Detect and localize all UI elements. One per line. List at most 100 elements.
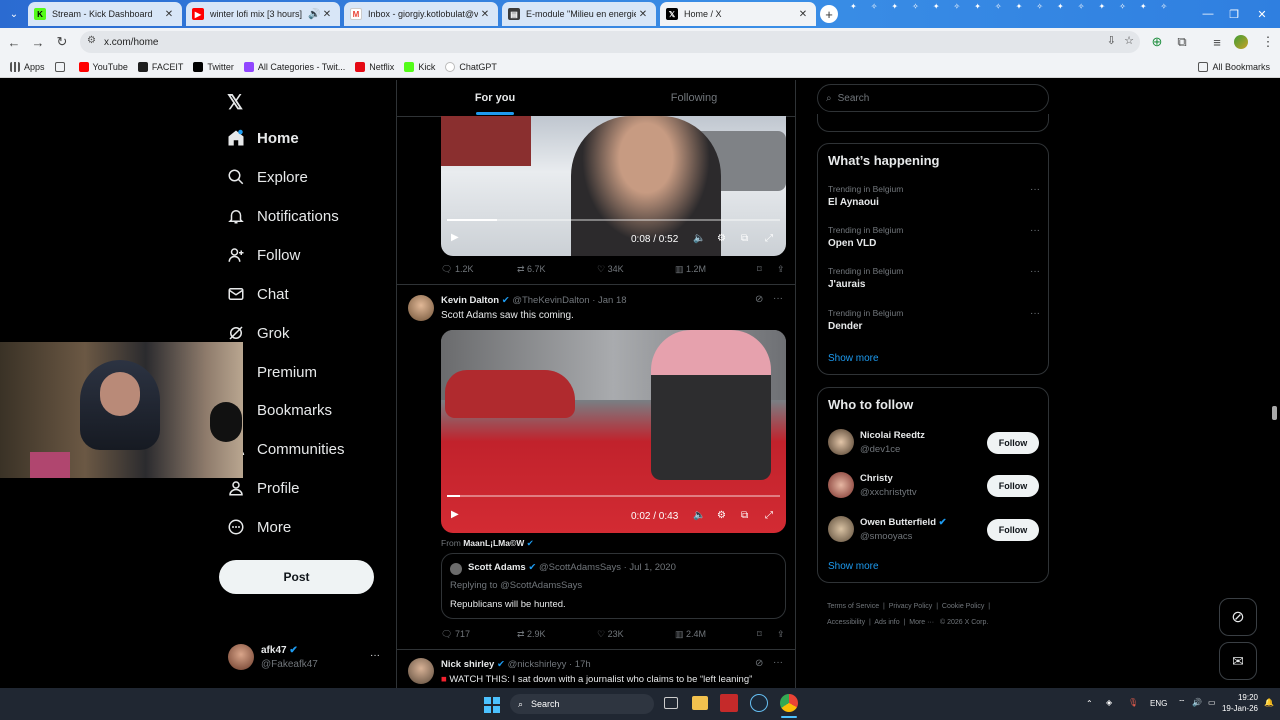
pip-icon[interactable]: ⧉ xyxy=(741,233,748,244)
reply-button[interactable]: 🗨 1.2K xyxy=(441,264,517,275)
fullscreen-icon[interactable]: ⤢ xyxy=(765,510,773,521)
media-control-icon[interactable]: ≡ xyxy=(1205,30,1229,54)
extension-icon[interactable]: ⊕ xyxy=(1145,30,1169,54)
repost-button[interactable]: ⇄ 6.7K xyxy=(517,264,597,275)
nav-chat[interactable]: Chat xyxy=(226,282,289,306)
tweet-more-icon[interactable]: ··· xyxy=(773,657,783,668)
notifications-icon[interactable]: 🔔 xyxy=(1264,698,1274,707)
bookmark-twitter[interactable]: Twitter xyxy=(193,61,234,72)
play-icon[interactable]: ▶ xyxy=(451,232,459,243)
repost-button[interactable]: ⇄ 2.9K xyxy=(517,629,597,640)
speaker-icon[interactable]: 🔊 xyxy=(308,9,320,20)
footer-link[interactable]: Privacy Policy xyxy=(889,603,933,610)
extensions-puzzle-icon[interactable]: ⧉ xyxy=(1170,30,1194,54)
grok-icon[interactable]: ⊘ xyxy=(1219,598,1257,636)
avatar[interactable] xyxy=(408,295,434,321)
grok-icon[interactable]: ⊘ xyxy=(755,658,763,669)
nav-home[interactable]: Home xyxy=(226,126,299,150)
x-logo-icon[interactable]: 𝕏 xyxy=(227,90,243,115)
browser-tab-kick[interactable]: K Stream - Kick Dashboard ✕ xyxy=(28,2,182,26)
close-tab-icon[interactable]: ✕ xyxy=(636,9,650,20)
reload-icon[interactable]: ↻ xyxy=(50,30,74,54)
share-icon[interactable]: ⇪ xyxy=(777,264,785,275)
footer-link[interactable]: Accessibility xyxy=(827,619,865,626)
messages-icon[interactable]: ✉ xyxy=(1219,642,1257,680)
footer-link[interactable]: Terms of Service xyxy=(827,603,879,610)
browser-tab-youtube[interactable]: ▶ winter lofi mix [3 hours] 🔊 ✕ xyxy=(186,2,340,26)
tab-for-you[interactable]: For you xyxy=(397,80,593,116)
trend-more-icon[interactable]: ··· xyxy=(1030,225,1040,236)
tab-following[interactable]: Following xyxy=(593,80,795,116)
quote-tweet[interactable]: Scott Adams ✔ @ScottAdamsSays · Jul 1, 2… xyxy=(441,553,786,619)
follow-button[interactable]: Follow xyxy=(987,432,1039,454)
browser-tab-gmail[interactable]: M Inbox - giorgiy.kotlobulat@vda ✕ xyxy=(344,2,498,26)
bookmark-icon[interactable]: ⌑ xyxy=(757,264,777,275)
close-tab-icon[interactable]: ✕ xyxy=(478,9,492,20)
install-app-icon[interactable]: ⇩ xyxy=(1107,34,1116,47)
site-info-icon[interactable]: ⚙ xyxy=(87,35,96,46)
bookmark-youtube[interactable]: YouTube xyxy=(78,61,128,72)
reply-button[interactable]: 🗨 717 xyxy=(441,629,517,640)
follow-suggestion[interactable]: Christy @xxchristyttv Follow xyxy=(828,471,1040,501)
volume-icon[interactable]: 🔈 xyxy=(693,233,705,244)
avatar[interactable] xyxy=(408,658,434,684)
pip-icon[interactable]: ⧉ xyxy=(741,510,748,521)
nav-communities[interactable]: Communities xyxy=(226,437,345,461)
wifi-icon[interactable]: ⌔ xyxy=(1178,698,1186,708)
tab-list-icon[interactable]: ⌄ xyxy=(2,2,26,26)
follow-button[interactable]: Follow xyxy=(987,519,1039,541)
follow-button[interactable]: Follow xyxy=(987,475,1039,497)
author-name[interactable]: Nick shirley xyxy=(441,659,494,670)
account-more-icon[interactable]: ··· xyxy=(370,650,380,661)
volume-icon[interactable]: 🔊 xyxy=(1192,698,1202,707)
author-handle[interactable]: @TheKevinDalton xyxy=(512,295,589,306)
browser-tab-emodule[interactable]: ▤ E-module "Milieu en energie in ✕ xyxy=(502,2,656,26)
app-icon[interactable] xyxy=(720,694,738,712)
browser-menu-icon[interactable]: ⋮ xyxy=(1256,30,1280,54)
tweet-date[interactable]: · 17h xyxy=(569,659,591,670)
author-name[interactable]: Kevin Dalton xyxy=(441,295,499,306)
settings-icon[interactable]: ⚙ xyxy=(717,510,726,521)
settings-icon[interactable]: ⚙ xyxy=(717,233,726,244)
bookmark-apps[interactable]: Apps xyxy=(10,61,45,72)
views-button[interactable]: ▥ 1.2M xyxy=(675,264,757,275)
footer-link[interactable]: Cookie Policy xyxy=(942,603,984,610)
file-explorer-icon[interactable] xyxy=(692,696,708,710)
bookmark-netflix[interactable]: Netflix xyxy=(355,61,394,72)
close-tab-icon[interactable]: ✕ xyxy=(796,9,810,20)
windows-start-icon[interactable] xyxy=(484,697,500,713)
tweet-more-icon[interactable]: ··· xyxy=(773,293,783,304)
forward-icon[interactable]: → xyxy=(26,30,50,54)
avatar[interactable] xyxy=(228,644,254,670)
taskbar-search[interactable]: ⌕ Search xyxy=(510,694,654,714)
new-tab-button[interactable]: + xyxy=(820,5,838,23)
tweet-date[interactable]: · Jan 18 xyxy=(592,295,626,306)
back-icon[interactable]: ← xyxy=(2,30,26,54)
fullscreen-icon[interactable]: ⤢ xyxy=(765,233,773,244)
address-bar[interactable]: ⚙ x.com/home ⇩ ☆ xyxy=(80,31,1140,53)
close-tab-icon[interactable]: ✕ xyxy=(162,9,176,20)
bookmark-grid[interactable] xyxy=(54,61,69,72)
video-player-1[interactable]: ▶ 0:08 / 0:52 🔈 ⚙ ⧉ ⤢ xyxy=(441,116,786,256)
bookmark-kick[interactable]: Kick xyxy=(404,61,435,72)
nav-notifications[interactable]: Notifications xyxy=(226,204,339,228)
search-input[interactable]: ⌕ Search xyxy=(817,84,1049,112)
video-player-2[interactable]: ▶ 0:02 / 0:43 🔈 ⚙ ⧉ ⤢ xyxy=(441,330,786,533)
show-more-link[interactable]: Show more xyxy=(828,561,879,572)
scrollbar-thumb[interactable] xyxy=(1272,406,1277,420)
like-button[interactable]: ♡ 23K xyxy=(597,629,675,640)
bookmark-chatgpt[interactable]: ChatGPT xyxy=(445,61,497,72)
post-button[interactable]: Post xyxy=(219,560,374,594)
like-button[interactable]: ♡ 34K xyxy=(597,264,675,275)
bookmark-icon[interactable]: ⌑ xyxy=(757,629,777,640)
browser-tab-x[interactable]: 𝕏 Home / X ✕ xyxy=(660,2,816,26)
grok-icon[interactable]: ⊘ xyxy=(755,294,763,305)
clock-date[interactable]: 19-Jan-26 xyxy=(1214,704,1258,713)
video-progress-track[interactable] xyxy=(447,495,780,497)
trend-item[interactable]: Trending in Belgium Open VLD ··· xyxy=(828,225,1040,249)
mic-icon[interactable]: 🎙 xyxy=(1128,698,1138,707)
network-icon[interactable]: ◈ xyxy=(1106,698,1112,707)
clock-time[interactable]: 19:20 xyxy=(1224,693,1258,702)
author-handle[interactable]: @nickshirleyy xyxy=(508,659,567,670)
bookmark-twitch[interactable]: All Categories - Twit... xyxy=(243,61,345,72)
